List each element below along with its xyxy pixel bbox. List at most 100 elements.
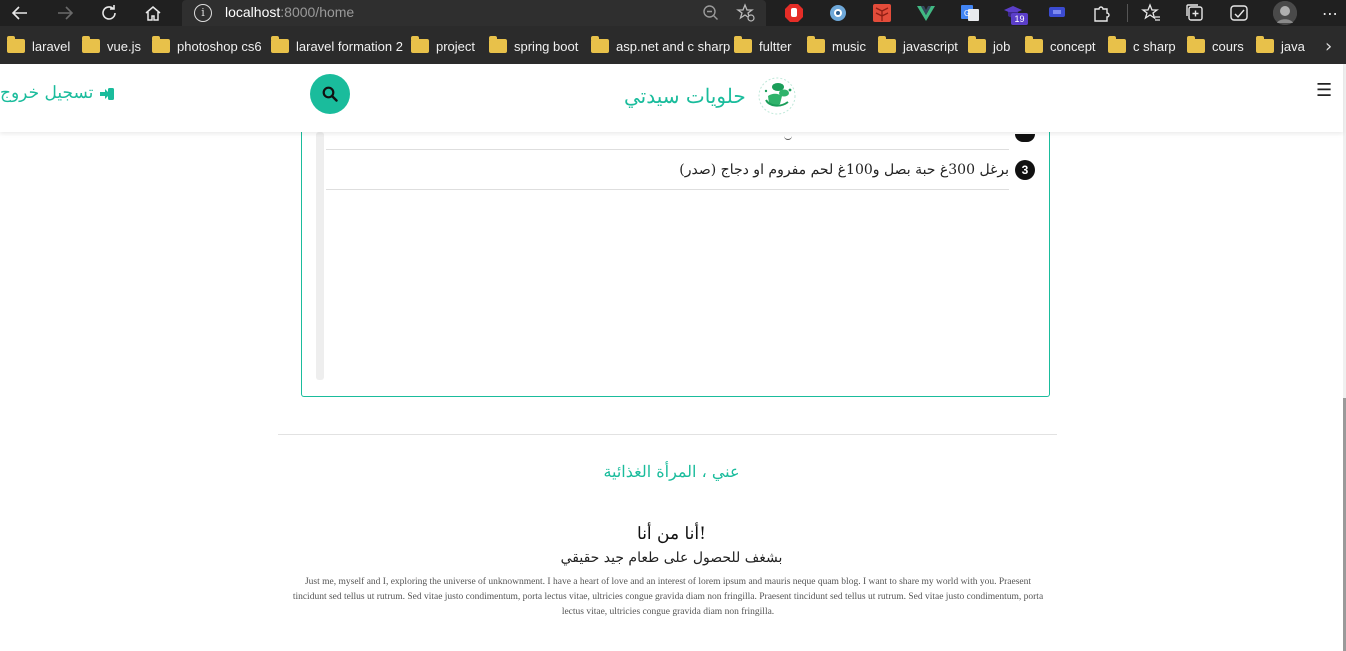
address-bar[interactable]: i localhost:8000/home (182, 0, 766, 26)
bookmark-label: fultter (759, 38, 792, 54)
bookmark-folder[interactable]: laravel (7, 36, 71, 55)
bookmark-folder[interactable]: javascript (878, 36, 958, 55)
bookmark-folder[interactable]: music (807, 36, 866, 55)
step-divider (326, 189, 1009, 190)
bookmark-label: project (436, 38, 476, 54)
extension-badge-count: 19 (1011, 13, 1028, 25)
google-translate-icon[interactable]: G (960, 3, 980, 23)
folder-icon (489, 36, 507, 53)
performance-icon[interactable] (1229, 3, 1249, 23)
folder-icon (1187, 36, 1205, 53)
url-host: localhost (225, 4, 281, 20)
bookmark-folder[interactable]: job (968, 36, 1010, 55)
folder-icon (271, 36, 289, 53)
previous-step-text-fragment (784, 134, 792, 140)
bookmark-label: concept (1050, 38, 1096, 54)
arrow-left-icon (11, 6, 27, 20)
step-number-badge: 3 (1015, 160, 1035, 180)
about-subheading: بشغف للحصول على طعام جيد حقيقي (560, 550, 783, 566)
browser-toolbar: i localhost:8000/home G 19 ⋯ (0, 0, 1346, 26)
section-divider (278, 434, 1057, 435)
zoom-out-icon[interactable] (702, 4, 720, 22)
home-icon (145, 5, 161, 21)
svg-text:G: G (964, 9, 970, 18)
home-button[interactable] (141, 0, 165, 26)
more-dots-icon: ⋯ (1322, 3, 1338, 23)
laravel-extension-icon[interactable] (872, 3, 892, 23)
link-extension-icon[interactable] (1047, 3, 1067, 23)
bookmark-folder[interactable]: spring boot (489, 36, 579, 55)
back-button[interactable] (8, 0, 32, 26)
url-path: :8000/home (280, 4, 355, 20)
folder-icon (734, 36, 752, 53)
bookmark-label: java (1281, 38, 1305, 54)
search-button[interactable] (310, 74, 350, 114)
bookmark-label: laravel formation 2 (296, 38, 403, 54)
bookmark-folder[interactable]: cours (1187, 36, 1244, 55)
bookmark-folder[interactable]: java (1256, 36, 1305, 55)
profile-avatar[interactable] (1273, 1, 1297, 25)
reload-icon (102, 5, 116, 20)
bookmark-folder[interactable]: c sharp (1108, 36, 1176, 55)
bookmarks-bar: laravel vue.js photoshop cs6 laravel for… (0, 26, 1346, 64)
step-divider (326, 149, 1009, 150)
folder-icon (152, 36, 170, 53)
toolbar-separator (1127, 4, 1128, 22)
folder-icon (1025, 36, 1043, 53)
brand-name: حلويات سيدتي (624, 84, 746, 108)
site-navbar: تسجيل خروج حلويات سيدتي ☰ (0, 64, 1343, 132)
about-body-text: Just me, myself and I, exploring the uni… (292, 577, 1044, 617)
bookmark-folder[interactable]: vue.js (82, 36, 141, 55)
bookmark-label: spring boot (514, 38, 579, 54)
screen-capture-extension-icon[interactable] (828, 3, 848, 23)
site-info-icon[interactable]: i (194, 4, 212, 22)
folder-icon (878, 36, 896, 53)
bookmark-label: asp.net and c sharp (616, 38, 731, 54)
hamburger-menu-icon[interactable]: ☰ (1316, 80, 1332, 101)
bookmark-label: photoshop cs6 (177, 38, 262, 54)
about-heading: أنا من أنا! (637, 524, 706, 544)
logout-label: تسجيل خروج (0, 83, 94, 103)
adblock-extension-icon[interactable] (784, 3, 804, 23)
favorites-icon[interactable] (1141, 3, 1161, 23)
reload-button[interactable] (97, 0, 121, 26)
url-text[interactable]: localhost:8000/home (225, 4, 354, 20)
bookmark-label: cours (1212, 38, 1244, 54)
sign-out-icon (99, 86, 115, 100)
about-section-title: عني ، المرأة الغذائية (603, 462, 740, 481)
bookmarks-overflow-chevron-icon[interactable]: › (1325, 36, 1332, 57)
arrow-right-icon (58, 6, 74, 20)
bookmark-label: c sharp (1133, 38, 1176, 54)
forward-button[interactable] (53, 0, 77, 26)
folder-icon (1108, 36, 1126, 53)
recipe-step: 3 برغل 300غ حبة بصل و100غ لحم مفروم او د… (679, 155, 1035, 185)
bookmark-folder[interactable]: photoshop cs6 (152, 36, 262, 55)
chef-logo-icon (758, 77, 796, 115)
folder-icon (1256, 36, 1274, 53)
logout-link[interactable]: تسجيل خروج (0, 83, 115, 103)
add-favorite-icon[interactable] (736, 3, 756, 23)
vue-devtools-icon[interactable] (916, 3, 936, 23)
bookmark-label: javascript (903, 38, 958, 54)
bookmark-label: laravel (32, 38, 71, 54)
extensions-puzzle-icon[interactable] (1092, 3, 1112, 23)
settings-more-button[interactable]: ⋯ (1320, 0, 1340, 26)
bookmark-folder[interactable]: concept (1025, 36, 1096, 55)
folder-icon (807, 36, 825, 53)
search-icon (322, 86, 338, 102)
bookmark-folder[interactable]: project (411, 36, 476, 55)
bookmark-label: music (832, 38, 866, 54)
bookmark-folder[interactable]: laravel formation 2 (271, 36, 403, 55)
folder-icon (7, 36, 25, 53)
collections-icon[interactable] (1185, 3, 1205, 23)
recipe-steps-card: 3 برغل 300غ حبة بصل و100غ لحم مفروم او د… (301, 132, 1050, 397)
site-brand[interactable]: حلويات سيدتي (624, 76, 800, 116)
step-text: برغل 300غ حبة بصل و100غ لحم مفروم او دجا… (679, 162, 1009, 178)
bookmark-folder[interactable]: fultter (734, 36, 792, 55)
previous-step-number-badge (1015, 134, 1035, 142)
folder-icon (968, 36, 986, 53)
folder-icon (411, 36, 429, 53)
steps-scrollbar[interactable] (316, 132, 324, 380)
folder-icon (591, 36, 609, 53)
bookmark-folder[interactable]: asp.net and c sharp (591, 36, 731, 55)
